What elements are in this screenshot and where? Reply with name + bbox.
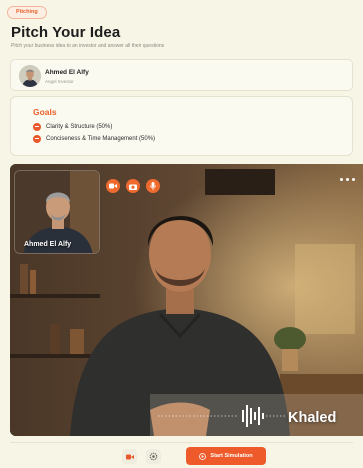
- audio-waveform-icon: [158, 405, 286, 427]
- microphone-icon: [150, 182, 156, 190]
- goals-card: Goals Clarity & Structure (50%) Concisen…: [10, 96, 353, 156]
- speaker-name: Khaled: [288, 410, 337, 426]
- goal-bullet-icon: [33, 122, 41, 131]
- page-title: Pitch Your Idea: [11, 24, 121, 41]
- video-panel: Ahmed El Alfy Khaled: [10, 164, 363, 436]
- goal-item: Clarity & Structure (50%): [33, 122, 112, 131]
- video-button[interactable]: [122, 449, 137, 464]
- goal-label: Clarity & Structure (50%): [46, 123, 113, 130]
- more-dot: [340, 178, 343, 181]
- goals-title: Goals: [33, 107, 57, 117]
- more-dot: [352, 178, 355, 181]
- investor-pip-video: Ahmed El Alfy: [14, 170, 100, 254]
- more-icon[interactable]: [340, 178, 355, 181]
- video-icon: [125, 454, 134, 459]
- pip-name: Ahmed El Alfy: [24, 241, 72, 248]
- start-simulation-button[interactable]: Start Simulation: [186, 447, 266, 465]
- goal-bullet-icon: [33, 134, 41, 143]
- investor-name: Ahmed El Alfy: [45, 69, 89, 76]
- goal-item: Conciseness & Time Management (50%): [33, 134, 155, 143]
- microphone-toggle-button[interactable]: [146, 179, 160, 193]
- camera-icon: [129, 184, 137, 190]
- investor-card: Ahmed El Alfy Angel Investor: [10, 59, 353, 91]
- start-simulation-label: Start Simulation: [210, 453, 253, 459]
- investor-role: Angel Investor: [45, 79, 74, 84]
- page-subtitle: Pitch your business idea to an investor …: [11, 43, 165, 49]
- camera-toggle-button[interactable]: [126, 179, 140, 193]
- video-icon: [109, 183, 117, 189]
- avatar: [19, 65, 41, 87]
- goal-label: Conciseness & Time Management (50%): [46, 135, 156, 142]
- play-circle-icon: [199, 452, 207, 460]
- settings-button[interactable]: [146, 449, 161, 464]
- more-dot: [346, 178, 349, 181]
- bottom-toolbar: Start Simulation: [10, 442, 353, 468]
- pitching-badge: Pitching: [7, 6, 47, 19]
- video-toggle-button[interactable]: [106, 179, 120, 193]
- gear-icon: [149, 452, 158, 461]
